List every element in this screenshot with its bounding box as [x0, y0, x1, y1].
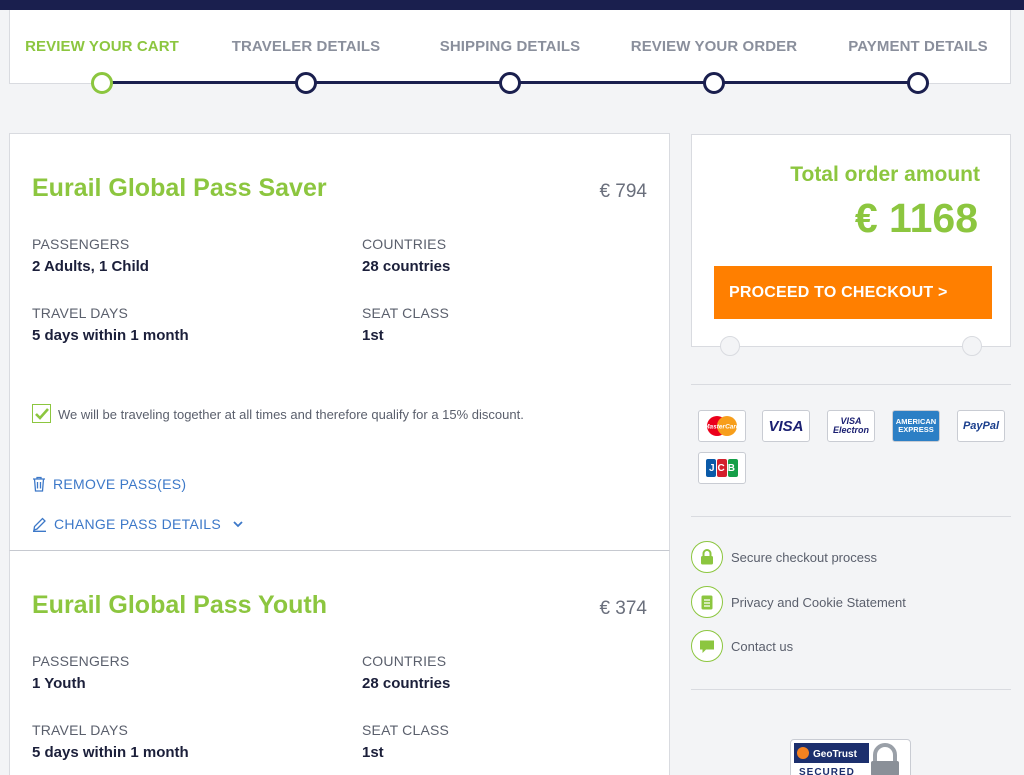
jcb-icon: JCB: [698, 452, 746, 484]
change-pass-details-link[interactable]: CHANGE PASS DETAILS: [32, 516, 244, 532]
countries-label: COUNTRIES: [362, 653, 447, 669]
top-nav-bar: [0, 0, 1024, 10]
total-order-amount: € 1168: [854, 195, 978, 241]
countries-label: COUNTRIES: [362, 236, 447, 252]
step-dot-traveler-details: [295, 72, 317, 94]
privacy-cookie-link[interactable]: Privacy and Cookie Statement: [691, 586, 906, 618]
passengers-label: PASSENGERS: [32, 236, 130, 252]
mastercard-icon: MasterCard: [698, 410, 746, 442]
mastercard-label: MasterCard: [704, 424, 741, 431]
step-dot-review-order: [703, 72, 725, 94]
discount-label: We will be traveling together at all tim…: [58, 407, 524, 422]
step-review-cart[interactable]: REVIEW YOUR CART: [25, 38, 179, 55]
paypal-icon: PayPal: [957, 410, 1005, 442]
order-summary: Total order amount € 1168 PROCEED TO CHE…: [691, 134, 1011, 356]
jcb-label: JCB: [708, 462, 738, 474]
visa-label: VISA: [768, 417, 804, 435]
document-icon: [691, 586, 723, 618]
proceed-to-checkout-button[interactable]: PROCEED TO CHECKOUT >: [714, 266, 992, 319]
ticket-notch: [962, 336, 982, 356]
step-dot-payment-details: [907, 72, 929, 94]
geotrust-badge[interactable]: GeoTrust SECURED: [790, 739, 911, 775]
pass-title: Eurail Global Pass Youth: [32, 591, 327, 619]
passengers-value: 2 Adults, 1 Child: [32, 258, 149, 275]
seat-class-label: SEAT CLASS: [362, 305, 450, 321]
pass-price: € 374: [599, 598, 647, 619]
total-order-label: Total order amount: [790, 163, 980, 186]
secure-checkout-link[interactable]: Secure checkout process: [691, 541, 877, 573]
paypal-label: PayPal: [962, 420, 1000, 432]
divider: [691, 516, 1011, 517]
divider: [691, 689, 1011, 690]
chat-icon: [691, 630, 723, 662]
contact-us-link[interactable]: Contact us: [691, 630, 793, 662]
trash-icon: [33, 476, 45, 492]
step-shipping-details[interactable]: SHIPPING DETAILS: [440, 38, 581, 55]
change-pass-label: CHANGE PASS DETAILS: [54, 516, 222, 532]
discount-checkbox[interactable]: [32, 404, 51, 423]
travel-days-value: 5 days within 1 month: [32, 327, 189, 344]
contact-us-label: Contact us: [731, 638, 794, 654]
lock-icon: [691, 541, 723, 573]
seat-class-value: 1st: [362, 327, 384, 344]
geotrust-brand: GeoTrust: [813, 749, 858, 760]
pass-title: Eurail Global Pass Saver: [32, 174, 327, 202]
seat-class-label: SEAT CLASS: [362, 722, 450, 738]
travel-days-value: 5 days within 1 month: [32, 744, 189, 761]
step-traveler-details[interactable]: TRAVELER DETAILS: [232, 38, 381, 55]
amex-label: AMERICAN EXPRESS: [895, 416, 937, 434]
checkmark-icon: [35, 408, 49, 420]
visa-icon: VISA: [762, 410, 810, 442]
step-dot-shipping-details: [499, 72, 521, 94]
visa-electron-label: VISA Electron: [832, 416, 869, 435]
step-review-order[interactable]: REVIEW YOUR ORDER: [631, 38, 797, 55]
visa-electron-icon: VISA Electron: [827, 410, 875, 442]
pencil-icon: [33, 517, 46, 532]
chevron-down-icon: [233, 521, 243, 528]
travel-days-label: TRAVEL DAYS: [32, 305, 129, 321]
travel-days-label: TRAVEL DAYS: [32, 722, 129, 738]
passengers-label: PASSENGERS: [32, 653, 130, 669]
remove-pass-link[interactable]: REMOVE PASS(ES): [32, 476, 186, 492]
countries-value: 28 countries: [362, 258, 451, 275]
remove-pass-label: REMOVE PASS(ES): [53, 476, 187, 492]
american-express-icon: AMERICAN EXPRESS: [892, 410, 940, 442]
geotrust-secured: SECURED: [799, 767, 855, 775]
step-payment-details[interactable]: PAYMENT DETAILS: [848, 38, 988, 55]
privacy-cookie-label: Privacy and Cookie Statement: [731, 594, 906, 610]
pass-price: € 794: [599, 181, 647, 202]
seat-class-value: 1st: [362, 744, 384, 761]
countries-value: 28 countries: [362, 675, 451, 692]
step-dot-review-cart: [91, 72, 113, 94]
divider: [691, 384, 1011, 385]
passengers-value: 1 Youth: [32, 675, 86, 692]
secure-checkout-label: Secure checkout process: [731, 549, 877, 565]
pass-card-youth: Eurail Global Pass Youth € 374 PASSENGER…: [9, 550, 670, 775]
ticket-notch: [720, 336, 740, 356]
pass-card-saver: Eurail Global Pass Saver € 794 PASSENGER…: [9, 133, 670, 551]
